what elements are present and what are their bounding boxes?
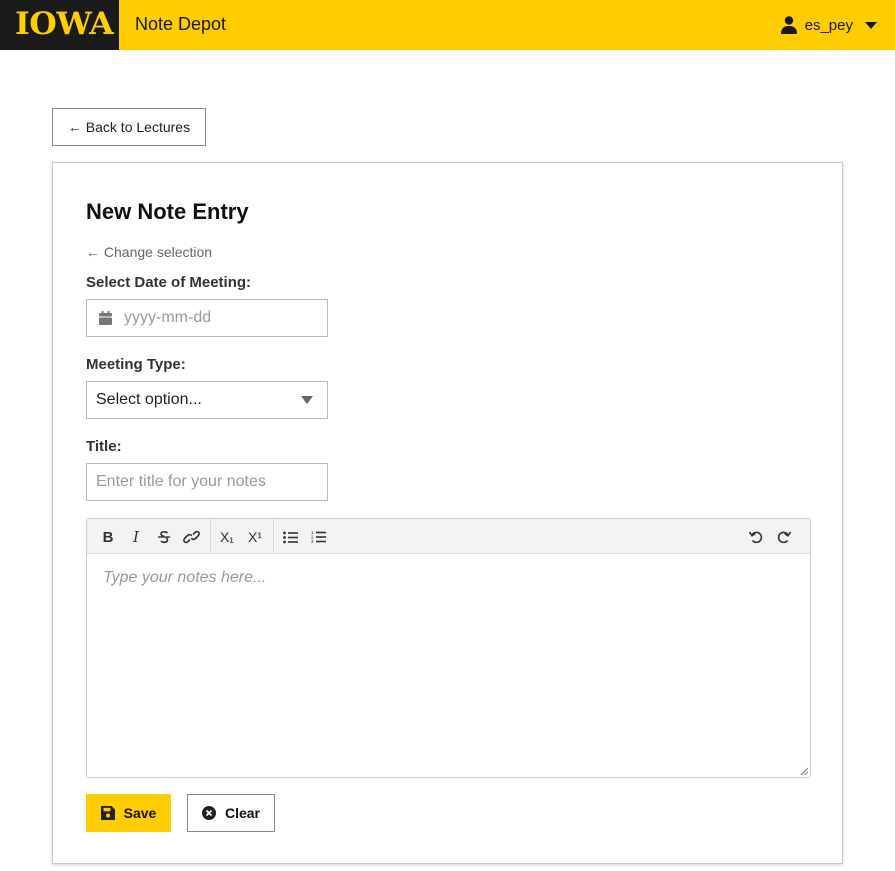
chevron-down-icon — [301, 396, 313, 404]
app-name[interactable]: Note Depot — [135, 14, 226, 35]
meeting-type-label: Meeting Type: — [86, 356, 186, 373]
clear-label: Clear — [224, 805, 261, 821]
calendar-icon — [99, 311, 112, 325]
logo-text: IOWA — [15, 6, 114, 42]
title-input[interactable]: Enter title for your notes — [86, 463, 328, 501]
superscript-icon: X¹ — [248, 529, 262, 545]
back-to-lectures-button[interactable]: ← Back to Lectures — [52, 108, 206, 146]
bold-button[interactable]: B — [97, 526, 119, 548]
top-bar: IOWA Note Depot es_pey — [0, 0, 895, 50]
italic-icon: I — [133, 528, 139, 546]
bold-icon: B — [102, 528, 114, 546]
subscript-button[interactable]: X₁ — [216, 526, 238, 548]
numbered-list-button[interactable]: 1 2 3 — [307, 526, 329, 548]
strikethrough-button[interactable] — [153, 526, 175, 548]
title-placeholder: Enter title for your notes — [96, 473, 266, 490]
date-label: Select Date of Meeting: — [86, 274, 252, 291]
user-menu[interactable]: es_pey — [780, 0, 877, 50]
redo-button[interactable] — [773, 526, 795, 548]
resize-handle-icon[interactable] — [800, 767, 809, 776]
subscript-icon: X₁ — [219, 529, 235, 545]
superscript-button[interactable]: X¹ — [244, 526, 266, 548]
save-label: Save — [123, 805, 157, 821]
x-circle-icon — [201, 806, 216, 820]
meeting-type-value: Select option... — [96, 391, 202, 408]
bullet-list-icon — [282, 531, 298, 543]
rich-text-editor: B I X₁ X¹ 1 2 3 Type your notes here... — [86, 518, 811, 778]
link-button[interactable] — [180, 526, 202, 548]
notes-text-area[interactable]: Type your notes here... — [87, 554, 810, 777]
note-entry-card: New Note Entry ← Change selection Select… — [52, 162, 843, 864]
toolbar-divider — [210, 519, 211, 554]
date-input[interactable]: yyyy-mm-dd — [86, 299, 328, 337]
strikethrough-icon — [158, 531, 170, 544]
toolbar-divider — [273, 519, 274, 554]
date-placeholder: yyyy-mm-dd — [124, 309, 212, 326]
undo-icon — [749, 531, 763, 544]
notes-placeholder: Type your notes here... — [103, 569, 267, 586]
page-title: New Note Entry — [86, 199, 249, 224]
undo-button[interactable] — [745, 526, 767, 548]
user-icon — [780, 16, 797, 34]
meeting-type-select[interactable]: Select option... — [86, 381, 328, 419]
bullet-list-button[interactable] — [279, 526, 301, 548]
numbered-list-icon: 1 2 3 — [311, 530, 326, 544]
caret-down-icon — [865, 21, 877, 29]
change-selection-link[interactable]: ← Change selection — [86, 244, 212, 260]
save-button[interactable]: Save — [86, 794, 171, 832]
iowa-logo[interactable]: IOWA — [0, 0, 119, 50]
italic-button[interactable]: I — [125, 526, 147, 548]
svg-text:3: 3 — [311, 539, 314, 544]
title-label: Title: — [86, 438, 122, 455]
redo-icon — [777, 531, 791, 544]
editor-toolbar: B I X₁ X¹ 1 2 3 — [87, 519, 810, 554]
username: es_pey — [804, 16, 853, 34]
clear-button[interactable]: Clear — [187, 794, 275, 832]
link-icon — [182, 530, 200, 544]
floppy-disk-icon — [100, 806, 115, 820]
